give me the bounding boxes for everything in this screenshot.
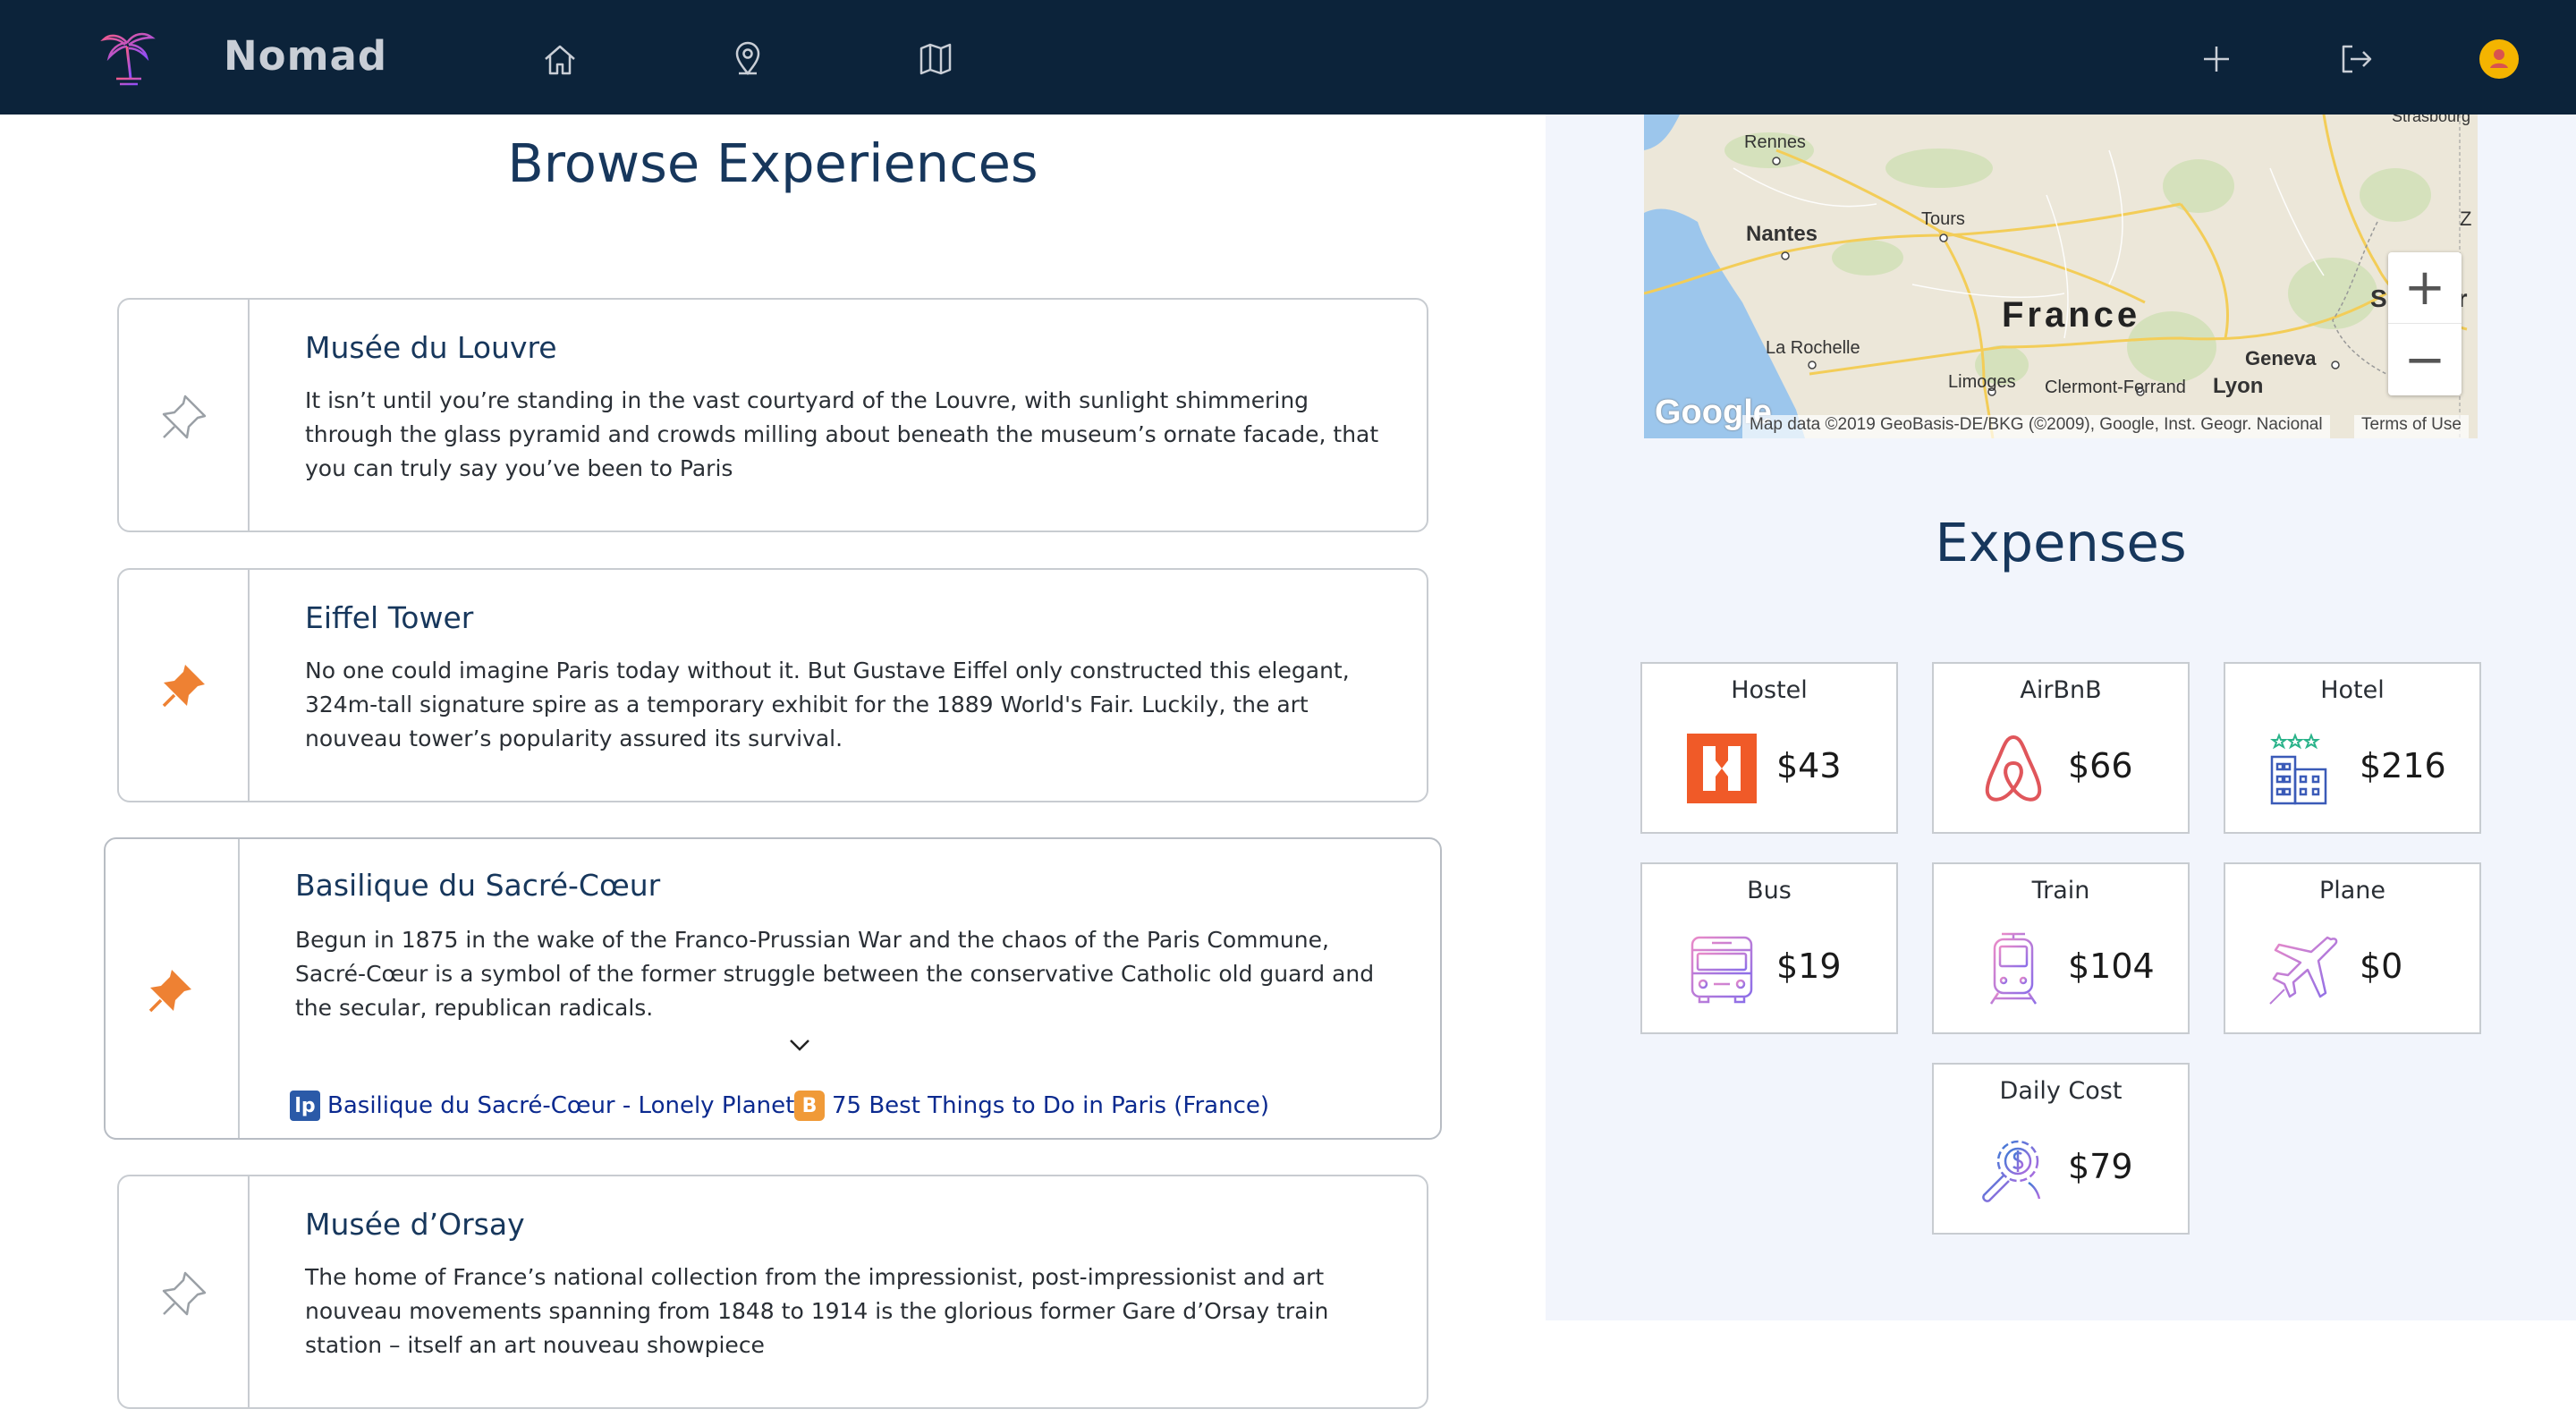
user-avatar-icon[interactable] xyxy=(2479,39,2519,79)
home-icon[interactable] xyxy=(540,39,580,79)
expense-value: $43 xyxy=(1776,746,1842,785)
logout-icon[interactable] xyxy=(2336,39,2376,79)
map-label: La Rochelle xyxy=(1766,338,1860,358)
expense-value: $19 xyxy=(1776,946,1842,986)
experience-card-expanded[interactable]: Basilique du Sacré-Cœur Begun in 1875 in… xyxy=(104,837,1442,1140)
daily-cost-icon xyxy=(1975,1131,2052,1208)
card-title: Basilique du Sacré-Cœur xyxy=(295,868,661,903)
bus-icon xyxy=(1683,930,1760,1007)
map-terms-link[interactable]: Terms of Use xyxy=(2354,415,2469,438)
map-icon[interactable] xyxy=(916,39,955,79)
map-label: Tours xyxy=(1921,209,1965,229)
expense-card-hostel[interactable]: Hostel $43 xyxy=(1640,662,1898,834)
train-icon xyxy=(1975,930,2052,1007)
expense-label: Hostel xyxy=(1731,676,1808,704)
expense-value: $216 xyxy=(2360,746,2446,785)
expense-card-bus[interactable]: Bus $19 xyxy=(1640,862,1898,1034)
pin-outline-icon[interactable] xyxy=(158,1268,210,1320)
pin-filled-icon[interactable] xyxy=(145,964,197,1016)
hostel-icon xyxy=(1683,730,1760,807)
map-label: Z xyxy=(2460,208,2472,230)
card-description: It isn’t until you’re standing in the va… xyxy=(305,387,1379,481)
card-pin-area[interactable] xyxy=(119,300,250,531)
map-label: Limoges xyxy=(1948,372,2016,392)
browse-experiences-title: Browse Experiences xyxy=(507,132,1038,194)
pin-outline-icon[interactable] xyxy=(158,391,210,443)
expense-value: $0 xyxy=(2360,946,2403,986)
blogger-icon: B xyxy=(794,1091,825,1121)
experience-card[interactable]: Musée d’Orsay The home of France’s natio… xyxy=(117,1175,1428,1409)
map-label: Clermont-Ferrand xyxy=(2045,378,2186,397)
expense-label: Hotel xyxy=(2320,676,2385,704)
map-label: Strasbourg xyxy=(2392,115,2471,125)
pin-filled-icon[interactable] xyxy=(158,659,210,711)
card-pin-area[interactable] xyxy=(106,839,240,1138)
map-label: Lyon xyxy=(2213,374,2264,398)
expense-label: Daily Cost xyxy=(1999,1077,2123,1105)
zoom-out-button[interactable]: − xyxy=(2388,324,2462,395)
experience-card[interactable]: Musée du Louvre It isn’t until you’re st… xyxy=(117,298,1428,532)
location-pin-icon[interactable] xyxy=(728,39,767,79)
card-pin-area[interactable] xyxy=(119,1176,250,1407)
brand-name[interactable]: Nomad xyxy=(224,32,387,80)
expense-value: $66 xyxy=(2068,746,2133,785)
card-description: The home of France’s national collection… xyxy=(305,1264,1329,1358)
chevron-down-icon[interactable] xyxy=(787,1036,812,1054)
map[interactable]: Rennes Nantes Tours France La Rochelle L… xyxy=(1644,115,2478,438)
card-title: Musée d’Orsay xyxy=(305,1207,525,1242)
expense-card-train[interactable]: Train $104 xyxy=(1932,862,2190,1034)
card-description: Begun in 1875 in the wake of the Franco-… xyxy=(295,927,1375,1021)
palm-tree-logo-icon[interactable] xyxy=(100,27,156,86)
navbar: Nomad xyxy=(0,0,2576,115)
map-label: France xyxy=(2002,295,2141,335)
plane-icon xyxy=(2267,930,2343,1007)
card-title: Musée du Louvre xyxy=(305,330,557,365)
expense-value: $104 xyxy=(2068,946,2155,986)
zoom-in-button[interactable]: + xyxy=(2388,252,2462,324)
map-label: Rennes xyxy=(1744,132,1806,152)
map-label: Nantes xyxy=(1746,222,1818,246)
plus-icon[interactable] xyxy=(2197,39,2236,79)
expense-card-daily-cost[interactable]: Daily Cost $79 xyxy=(1932,1063,2190,1235)
map-attribution: Map data ©2019 GeoBasis-DE/BKG (©2009), … xyxy=(1742,415,2330,438)
expense-card-hotel[interactable]: Hotel $216 xyxy=(2224,662,2481,834)
expense-card-plane[interactable]: Plane $0 xyxy=(2224,862,2481,1034)
card-title: Eiffel Tower xyxy=(305,600,474,635)
expense-card-airbnb[interactable]: AirBnB $66 xyxy=(1932,662,2190,834)
expenses-title: Expenses xyxy=(1935,512,2187,573)
expense-label: Train xyxy=(2031,877,2090,904)
expense-value: $79 xyxy=(2068,1147,2133,1186)
link-best-things[interactable]: B 75 Best Things to Do in Paris (France) xyxy=(794,1088,1269,1124)
airbnb-icon xyxy=(1975,730,2052,807)
expense-label: AirBnB xyxy=(2020,676,2102,704)
hotel-icon xyxy=(2267,730,2343,807)
link-lonely-planet[interactable]: lp Basilique du Sacré-Cœur - Lonely Plan… xyxy=(290,1088,794,1124)
card-pin-area[interactable] xyxy=(119,570,250,801)
map-zoom-controls: + − xyxy=(2388,252,2462,395)
card-description: No one could imagine Paris today without… xyxy=(305,658,1350,751)
expense-label: Bus xyxy=(1747,877,1792,904)
lonely-planet-icon: lp xyxy=(290,1091,320,1121)
experience-card[interactable]: Eiffel Tower No one could imagine Paris … xyxy=(117,568,1428,802)
expense-label: Plane xyxy=(2318,877,2386,904)
map-label: Geneva xyxy=(2245,347,2317,369)
map-label: S xyxy=(2370,284,2387,312)
